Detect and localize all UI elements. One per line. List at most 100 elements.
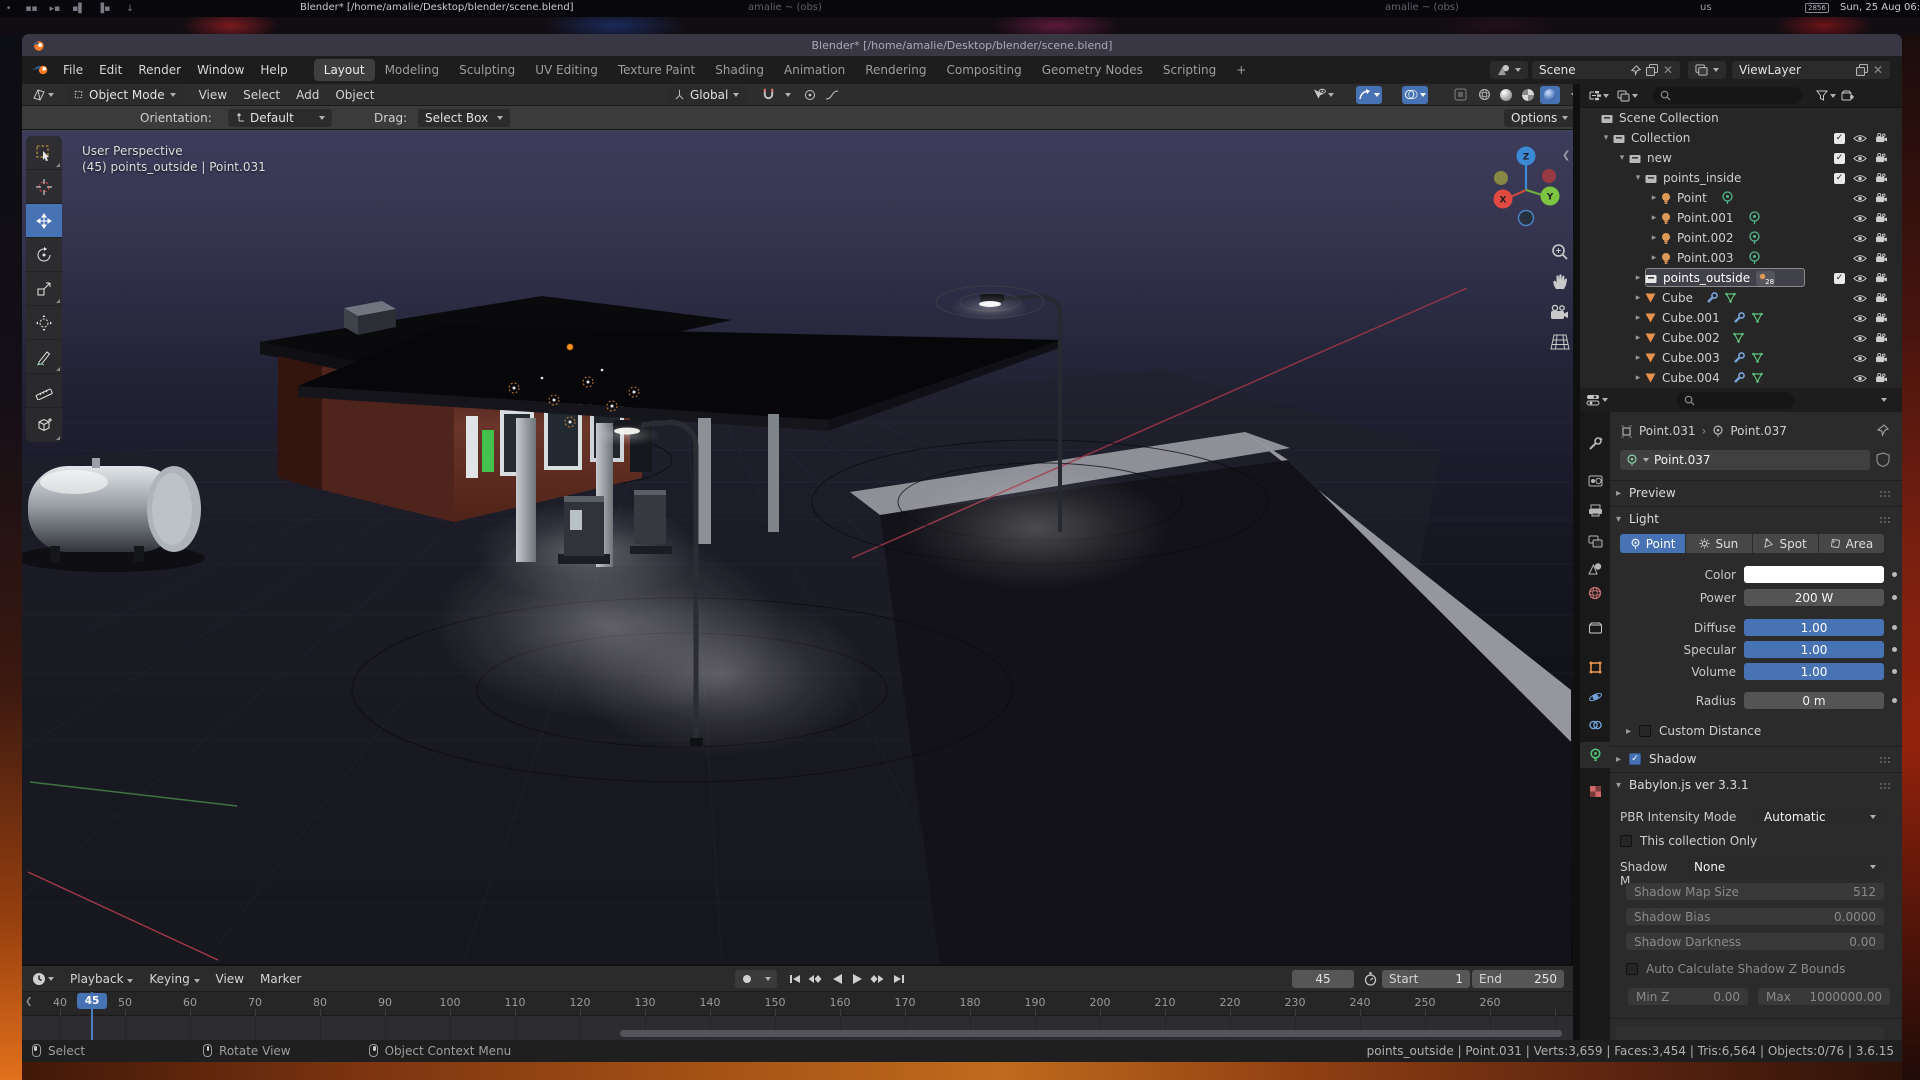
tool-measure[interactable] [26, 374, 62, 408]
overlays-toggle[interactable] [1402, 86, 1428, 104]
workspace-icon[interactable]: ▸▪ [50, 4, 61, 14]
axis-neg-z-ball[interactable] [1519, 211, 1534, 226]
modifier-wrench-icon[interactable] [1705, 292, 1718, 304]
custom-distance-checkbox[interactable] [1639, 725, 1651, 737]
timeline-ruler[interactable]: ❮ 4050 6070 8090 100110 120130 140150 16… [22, 992, 1573, 1016]
tab-uv-editing[interactable]: UV Editing [525, 59, 608, 81]
camera-icon[interactable] [1875, 333, 1888, 343]
outliner-row-cube001[interactable]: ▸ Cube.001 [1580, 308, 1902, 328]
animate-dot[interactable] [1892, 647, 1897, 652]
camera-icon[interactable] [1875, 193, 1888, 203]
tool-select-box[interactable] [26, 136, 62, 170]
window-icon[interactable]: ▪▌ [72, 4, 85, 14]
shading-rendered-button[interactable] [1540, 86, 1560, 104]
camera-icon[interactable] [1875, 253, 1888, 263]
eye-icon[interactable] [1853, 194, 1867, 203]
eye-icon[interactable] [1853, 294, 1867, 303]
pin-icon[interactable] [1630, 65, 1641, 76]
expand-icon[interactable]: ▾ [1632, 173, 1644, 183]
menu-playback[interactable]: Playback [62, 969, 141, 989]
tool-add-cube[interactable] [26, 408, 62, 442]
volume-slider[interactable]: 1.00 [1744, 663, 1884, 680]
expand-icon[interactable]: ▾ [1600, 133, 1612, 143]
snap-settings-dropdown[interactable] [778, 86, 798, 104]
new-viewlayer-icon[interactable] [1856, 64, 1868, 76]
outliner-row-points-outside[interactable]: ▸ points_outside 28 ✓ [1580, 268, 1902, 288]
drag-mode-dropdown[interactable]: Select Box [418, 109, 510, 127]
camera-view-button[interactable] [1548, 304, 1570, 325]
mesh-data-icon[interactable] [1751, 312, 1764, 324]
expand-icon[interactable]: ▸ [1632, 353, 1644, 363]
menu-edit[interactable]: Edit [91, 60, 130, 80]
mode-dropdown[interactable]: Object Mode [66, 86, 183, 104]
menu-file[interactable]: File [55, 60, 91, 80]
menu-render[interactable]: Render [130, 60, 189, 80]
play-reverse-button[interactable] [828, 970, 846, 988]
animate-dot[interactable] [1892, 595, 1897, 600]
outliner-row-cube004[interactable]: ▸ Cube.004 [1580, 368, 1902, 388]
panel-drag-dots[interactable] [1880, 517, 1891, 524]
navigation-gizmo[interactable]: Z X Y [1484, 140, 1570, 235]
expand-icon[interactable]: ▸ [1648, 213, 1660, 223]
eye-icon[interactable] [1853, 254, 1867, 263]
point-light-data-icon[interactable] [1748, 251, 1761, 265]
modifier-wrench-icon[interactable] [1732, 372, 1745, 384]
menu-tl-view[interactable]: View [208, 969, 252, 989]
mesh-data-icon[interactable] [1724, 292, 1737, 304]
editor-type-button[interactable] [30, 86, 56, 104]
eye-icon[interactable] [1853, 314, 1867, 323]
outliner-row-point001[interactable]: ▸ Point.001 [1580, 208, 1902, 228]
collection-only-row[interactable]: This collection Only [1620, 834, 1757, 848]
zoom-button[interactable] [1550, 242, 1570, 265]
tab-geometry-nodes[interactable]: Geometry Nodes [1032, 59, 1153, 81]
camera-icon[interactable] [1875, 353, 1888, 363]
xray-toggle[interactable] [1450, 86, 1470, 104]
specular-slider[interactable]: 1.00 [1744, 641, 1884, 658]
proportional-falloff-dropdown[interactable] [822, 86, 842, 104]
collection-checkbox[interactable]: ✓ [1834, 133, 1845, 144]
transform-orientation-dropdown[interactable]: Global [667, 86, 746, 104]
auto-keying-dropdown[interactable] [759, 970, 777, 988]
collection-checkbox[interactable]: ✓ [1834, 173, 1845, 184]
modifier-wrench-icon[interactable] [1732, 312, 1745, 324]
panel-shadow-header[interactable]: ▸ ✓ Shadow [1616, 752, 1696, 766]
datablock-name-field[interactable]: Point.037 [1620, 450, 1870, 470]
tab-collection[interactable] [1580, 615, 1610, 641]
window-icon[interactable]: ▐▪ [97, 4, 110, 14]
tool-cursor[interactable] [26, 170, 62, 204]
expand-icon[interactable]: ▸ [1648, 193, 1660, 203]
breadcrumb-data[interactable]: Point.037 [1730, 424, 1787, 438]
panel-babylon-header[interactable]: ▾ Babylon.js ver 3.3.1 [1616, 778, 1749, 792]
expand-icon[interactable]: ▸ [1648, 253, 1660, 263]
camera-icon[interactable] [1875, 153, 1888, 163]
panel-light-header[interactable]: ▾ Light [1616, 512, 1659, 526]
point-light-data-icon[interactable] [1748, 231, 1761, 245]
eye-icon[interactable] [1853, 334, 1867, 343]
editor-splitter-vertical[interactable] [1573, 84, 1580, 1040]
editor-splitter-horizontal[interactable] [22, 964, 1573, 966]
light-type-point[interactable]: Point [1620, 534, 1685, 553]
keyboard-layout[interactable]: us [1700, 2, 1712, 13]
viewlayer-name-field[interactable]: ViewLayer ✕ [1732, 61, 1890, 79]
next-keyframe-button[interactable] [868, 970, 886, 988]
menu-object[interactable]: Object [327, 85, 382, 105]
shadow-checkbox[interactable]: ✓ [1629, 753, 1641, 765]
tab-physics[interactable] [1580, 684, 1610, 710]
outliner-row-point003[interactable]: ▸ Point.003 [1580, 248, 1902, 268]
eye-icon[interactable] [1853, 154, 1867, 163]
point-light-data-icon[interactable] [1721, 191, 1734, 205]
outliner-row-cube003[interactable]: ▸ Cube.003 [1580, 348, 1902, 368]
viewlayer-selector[interactable] [1688, 61, 1726, 79]
power-field[interactable]: 200 W [1744, 589, 1884, 606]
camera-icon[interactable] [1875, 173, 1888, 183]
menu-window[interactable]: Window [189, 60, 252, 80]
play-button[interactable] [848, 970, 866, 988]
camera-icon[interactable] [1875, 313, 1888, 323]
tab-render[interactable] [1580, 467, 1610, 493]
workspace-dot-icon[interactable]: • [6, 4, 11, 14]
tool-orientation-dropdown[interactable]: Default [228, 109, 332, 127]
expand-icon[interactable]: ▾ [1616, 153, 1628, 163]
auto-calc-row[interactable]: Auto Calculate Shadow Z Bounds [1626, 962, 1845, 976]
taskbar-window-active[interactable]: Blender* [/home/amalie/Desktop/blender/s… [300, 2, 574, 13]
expand-icon[interactable]: ▸ [1648, 233, 1660, 243]
